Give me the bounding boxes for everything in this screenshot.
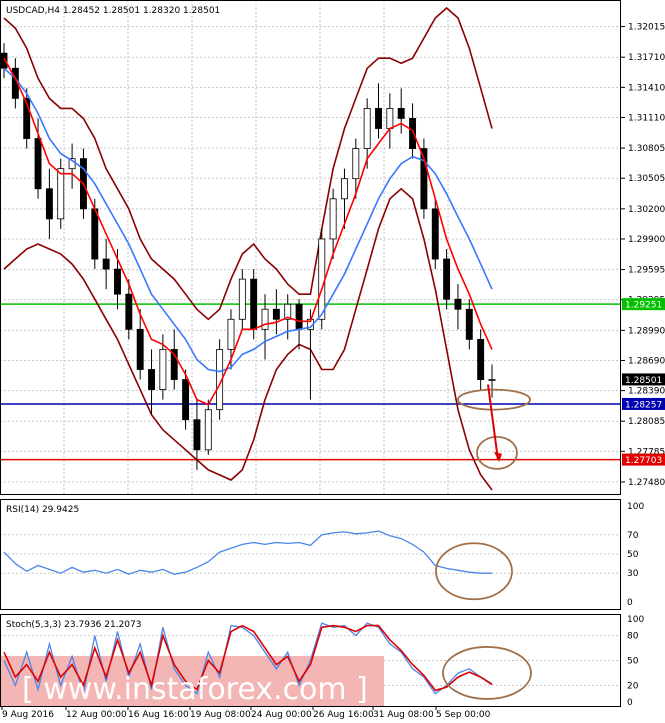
stoch-header: Stoch(5,3,3) 23.7936 21.2073: [6, 620, 141, 630]
candle-body: [375, 108, 382, 129]
indicator-tick-label: 100: [627, 615, 644, 625]
price-tag-label: 1.27703: [625, 456, 662, 466]
candle-body: [261, 308, 269, 330]
candle-body: [238, 278, 246, 320]
candle-body: [295, 303, 303, 330]
candle-body: [45, 188, 53, 220]
time-tick-label: 31 Aug 08:00: [373, 710, 434, 720]
candle-body: [250, 278, 258, 330]
price-tick-label: 1.28390: [628, 387, 665, 397]
price-tick-label: 1.32015: [628, 23, 665, 33]
price-tick-label: 1.27480: [628, 478, 665, 488]
price-tick-label: 1.29595: [628, 266, 665, 276]
indicator-tick-label: 100: [627, 502, 644, 512]
price-tick-label: 1.31410: [628, 83, 665, 93]
candle-body: [272, 308, 280, 320]
price-tick-label: 1.28085: [628, 417, 665, 427]
time-tick-label: 5 Sep 00:00: [436, 710, 491, 720]
candle-body: [193, 419, 201, 451]
candle-body: [465, 308, 473, 340]
indicator-tick-label: 50: [627, 657, 639, 667]
indicator-tick-label: 50: [627, 550, 639, 560]
price-tick-label: 1.29900: [628, 235, 665, 245]
candle-body: [397, 108, 405, 119]
indicator-tick-label: 70: [627, 531, 639, 541]
candle-body: [136, 328, 144, 370]
candle-body: [431, 208, 439, 260]
price-axis: 1.32015 1.31710 1.31410 1.31110 1.30805 1.305…: [621, 23, 665, 488]
price-header: USDCAD,H4 1.28452 1.28501 1.28320 1.2850…: [6, 6, 220, 16]
candle-body: [386, 108, 394, 129]
candle-body: [409, 118, 417, 149]
candle-body: [204, 409, 212, 451]
chart-root: 1.32015 1.31710 1.31410 1.31110 1.30805 1.305…: [0, 0, 665, 720]
price-tick-label: 1.28990: [628, 326, 665, 336]
candle-body: [91, 208, 99, 260]
price-tick-label: 1.31710: [628, 53, 665, 63]
candle-body: [477, 338, 485, 380]
candle-body: [318, 238, 326, 320]
candle-body: [57, 168, 65, 220]
indicator-tick-label: 20: [627, 681, 639, 691]
candle-body: [443, 258, 451, 300]
candle-body: [488, 379, 496, 381]
candle-body: [182, 379, 190, 421]
price-tag-label: 1.28257: [625, 400, 662, 410]
price-tick-label: 1.30200: [628, 205, 665, 215]
indicator-tick-label: 30: [627, 569, 639, 579]
rsi-axis: 100 70 50 30 0: [627, 502, 644, 608]
candle-body: [125, 293, 133, 330]
stoch-axis: 100 80 50 20 0: [627, 615, 644, 708]
candle-body: [341, 178, 348, 200]
time-tick-label: 26 Aug 16:00: [313, 710, 374, 720]
time-tick-label: 9 Aug 2016: [2, 710, 54, 720]
candle-body: [102, 258, 110, 270]
price-tag-label: 1.28501: [625, 376, 662, 386]
candle-body: [34, 138, 42, 190]
indicator-tick-label: 0: [627, 598, 633, 608]
candle-body: [363, 108, 371, 149]
price-tick-label: 1.30805: [628, 144, 665, 154]
candle-body: [352, 148, 360, 180]
candle-body: [329, 198, 337, 240]
price-tick-label: 1.31110: [628, 113, 665, 123]
indicator-tick-label: 80: [627, 632, 639, 642]
watermark-text: [ www.instaforex.com ]: [22, 672, 368, 707]
price-tick-label: 1.30505: [628, 174, 665, 184]
price-tick-label: 1.28690: [628, 356, 665, 366]
indicator-tick-label: 0: [627, 698, 633, 708]
time-tick-label: 19 Aug 08:00: [190, 710, 251, 720]
time-tick-label: 16 Aug 16:00: [128, 710, 189, 720]
candle-body: [114, 268, 121, 295]
time-tick-label: 12 Aug 00:00: [66, 710, 127, 720]
candle-body: [454, 298, 462, 310]
time-axis: 9 Aug 2016 12 Aug 00:00 16 Aug 16:00 19 Aug…: [1, 706, 491, 720]
candle-body: [227, 318, 235, 350]
candle-body: [148, 369, 155, 390]
candle-body: [159, 349, 167, 390]
rsi-header: RSI(14) 29.9425: [6, 505, 79, 515]
price-tag-label: 1.29251: [625, 301, 662, 311]
time-tick-label: 24 Aug 00:00: [251, 710, 312, 720]
